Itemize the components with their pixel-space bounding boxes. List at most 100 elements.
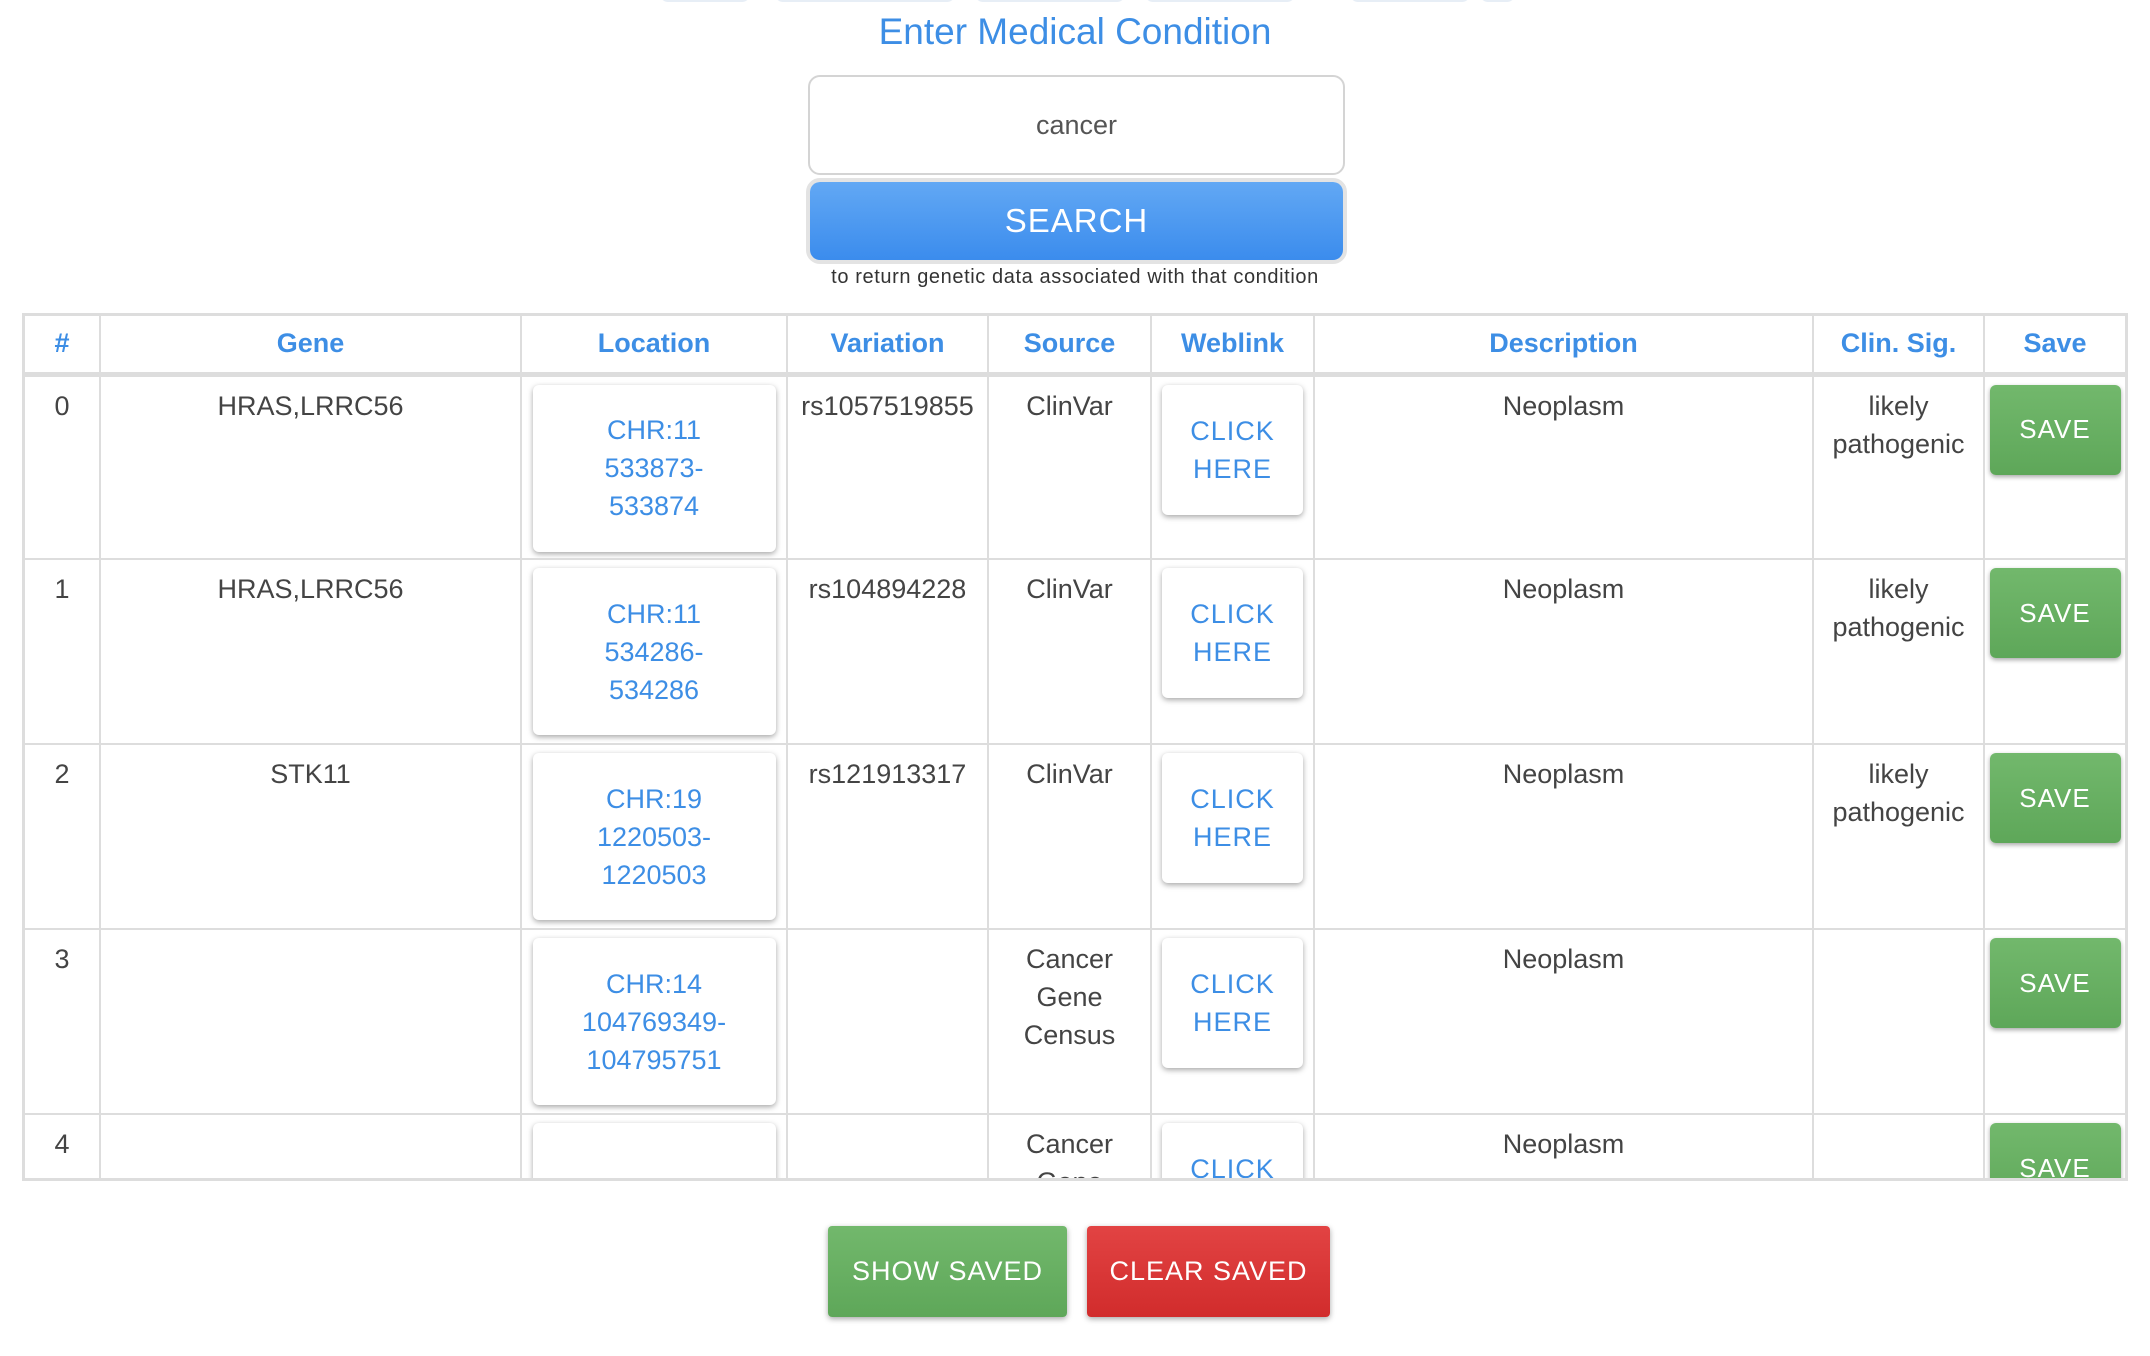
page-title: Enter Medical Condition — [878, 11, 1272, 52]
row-index: 4 — [54, 1129, 70, 1159]
save-cell: SAVE — [1984, 559, 2125, 745]
row-index: 1 — [54, 574, 70, 604]
weblink-label: HERE — [1192, 1007, 1272, 1037]
gene-cell: HRAS,LRRC56 — [100, 374, 522, 560]
variation-cell — [787, 929, 989, 1115]
source-cell: ClinVar — [988, 374, 1152, 560]
show-saved-button[interactable]: SHOW SAVED — [828, 1226, 1067, 1317]
location-button[interactable]: CHR:19 1220503- 1220503 — [532, 753, 776, 920]
weblink-button[interactable]: CLICKHERE — [1162, 753, 1303, 883]
col-description-header: Description — [1314, 316, 1814, 377]
location-text: 534286 — [608, 674, 700, 705]
location-text: 1220503- — [596, 821, 712, 852]
weblink-cell: CLICKHERE — [1151, 374, 1315, 560]
save-button[interactable]: SAVE — [1989, 384, 2121, 475]
results-table-container[interactable]: # Gene Location Variation Source Weblink Descr… — [22, 313, 2128, 1181]
description-cell: Neoplasm — [1314, 1114, 1814, 1178]
clin-sig-cell — [1813, 1114, 1985, 1178]
source-cell: ClinVar — [988, 744, 1152, 930]
row-index: 3 — [54, 944, 70, 974]
source-text: Census — [1023, 1020, 1116, 1050]
weblink-cell: CLICKHERE — [1151, 929, 1315, 1115]
location-button[interactable]: CHR:1 — [532, 1123, 776, 1178]
clin-sig-text: pathogenic — [1832, 797, 1965, 827]
variation-id: rs104894228 — [808, 574, 967, 604]
gene-cell — [100, 929, 522, 1115]
location-text: 534286- — [604, 636, 704, 667]
description-text: Neoplasm — [1502, 574, 1625, 604]
col-weblink-header: Weblink — [1151, 316, 1315, 377]
location-text: CHR:19 — [605, 783, 703, 814]
variation-cell: rs104894228 — [787, 559, 989, 745]
source-text: ClinVar — [1026, 759, 1113, 789]
save-cell: SAVE — [1984, 374, 2125, 560]
clin-sig-text: likely — [1868, 574, 1929, 604]
clear-saved-button[interactable]: CLEAR SAVED — [1087, 1226, 1330, 1317]
col-save-header: Save — [1984, 316, 2125, 377]
variation-id: rs1057519855 — [801, 390, 974, 421]
col-source-header: Source — [988, 316, 1152, 377]
source-text: Cancer — [1025, 1129, 1114, 1159]
source-text: ClinVar — [1026, 390, 1113, 421]
save-button[interactable]: SAVE — [1989, 1123, 2121, 1178]
location-text: 104769349- — [581, 1006, 727, 1037]
index-cell: 2 — [25, 744, 101, 930]
description-text: Neoplasm — [1502, 390, 1625, 421]
source-text: Gene — [989, 1163, 1150, 1178]
location-button[interactable]: CHR:14 104769349- 104795751 — [532, 938, 776, 1105]
index-cell: 4 — [25, 1114, 101, 1178]
weblink-button[interactable]: CLICKHERE — [1162, 568, 1303, 698]
weblink-button[interactable]: CLICKHERE — [1162, 1123, 1303, 1181]
index-cell: 3 — [25, 929, 101, 1115]
condition-search-input[interactable] — [808, 75, 1345, 175]
weblink-button[interactable]: CLICKHERE — [1162, 384, 1303, 515]
col-location-header: Location — [521, 316, 788, 377]
cut-off-heading — [0, 0, 2150, 6]
clin-sig-cell: likely pathogenic — [1813, 744, 1985, 930]
location-cell: CHR:11 533873- 533874 — [521, 374, 788, 560]
weblink-label: CLICK — [1190, 784, 1275, 814]
variation-cell: rs121913317 — [787, 744, 989, 930]
save-cell: SAVE — [1984, 1114, 2125, 1178]
variation-cell: rs1057519855 — [787, 374, 989, 560]
weblink-button[interactable]: CLICKHERE — [1162, 938, 1303, 1068]
save-button[interactable]: SAVE — [1989, 753, 2121, 843]
table-row: 3 CHR:14 104769349- 104795751 Cancer Gene Cens… — [25, 929, 2125, 1115]
description-text: Neoplasm — [1502, 944, 1625, 974]
search-button[interactable]: SEARCH — [806, 178, 1347, 264]
source-cell: Cancer Gene Census — [988, 929, 1152, 1115]
location-text: CHR:14 — [605, 968, 703, 999]
source-text: Gene — [1036, 982, 1103, 1012]
location-cell: CHR:14 104769349- 104795751 — [521, 929, 788, 1115]
location-text: 104795751 — [586, 1044, 722, 1075]
index-cell: 1 — [25, 559, 101, 745]
clin-sig-text: pathogenic — [1832, 612, 1965, 642]
weblink-label: CLICK — [1190, 1154, 1275, 1181]
save-button[interactable]: SAVE — [1989, 938, 2121, 1028]
location-button[interactable]: CHR:11 533873- 533874 — [532, 384, 776, 552]
description-text: Neoplasm — [1502, 759, 1625, 789]
variation-cell — [787, 1114, 989, 1178]
weblink-label: HERE — [1192, 637, 1272, 667]
row-index: 0 — [54, 390, 70, 421]
source-text: ClinVar — [1026, 574, 1113, 604]
source-cell: Cancer Gene — [988, 1114, 1152, 1178]
gene-name: HRAS,LRRC56 — [217, 574, 404, 604]
search-button-label: SEARCH — [810, 182, 1343, 260]
table-row: 4 CHR:1 Cancer Gene CLICKHERE Neoplasm SAVE — [25, 1114, 2125, 1181]
page: Enter Medical Condition SEARCH to return… — [0, 0, 2150, 1356]
table-header-row: # Gene Location Variation Source Weblink Descr… — [25, 316, 2125, 377]
clin-sig-cell: likely pathogenic — [1813, 559, 1985, 745]
col-gene-header: Gene — [100, 316, 522, 377]
clin-sig-cell — [1813, 929, 1985, 1115]
location-button[interactable]: CHR:11 534286- 534286 — [532, 568, 776, 735]
clin-sig-text: pathogenic — [1832, 428, 1965, 459]
clin-sig-text: likely — [1868, 390, 1929, 421]
clin-sig-text: likely — [1868, 759, 1929, 789]
weblink-cell: CLICKHERE — [1151, 1114, 1315, 1181]
gene-cell: STK11 — [100, 744, 522, 930]
gene-cell: HRAS,LRRC56 — [100, 559, 522, 745]
gene-cell — [100, 1114, 522, 1178]
save-button[interactable]: SAVE — [1989, 568, 2121, 658]
table-row: 1 HRAS,LRRC56 CHR:11 534286- 534286 rs1048942… — [25, 559, 2125, 745]
